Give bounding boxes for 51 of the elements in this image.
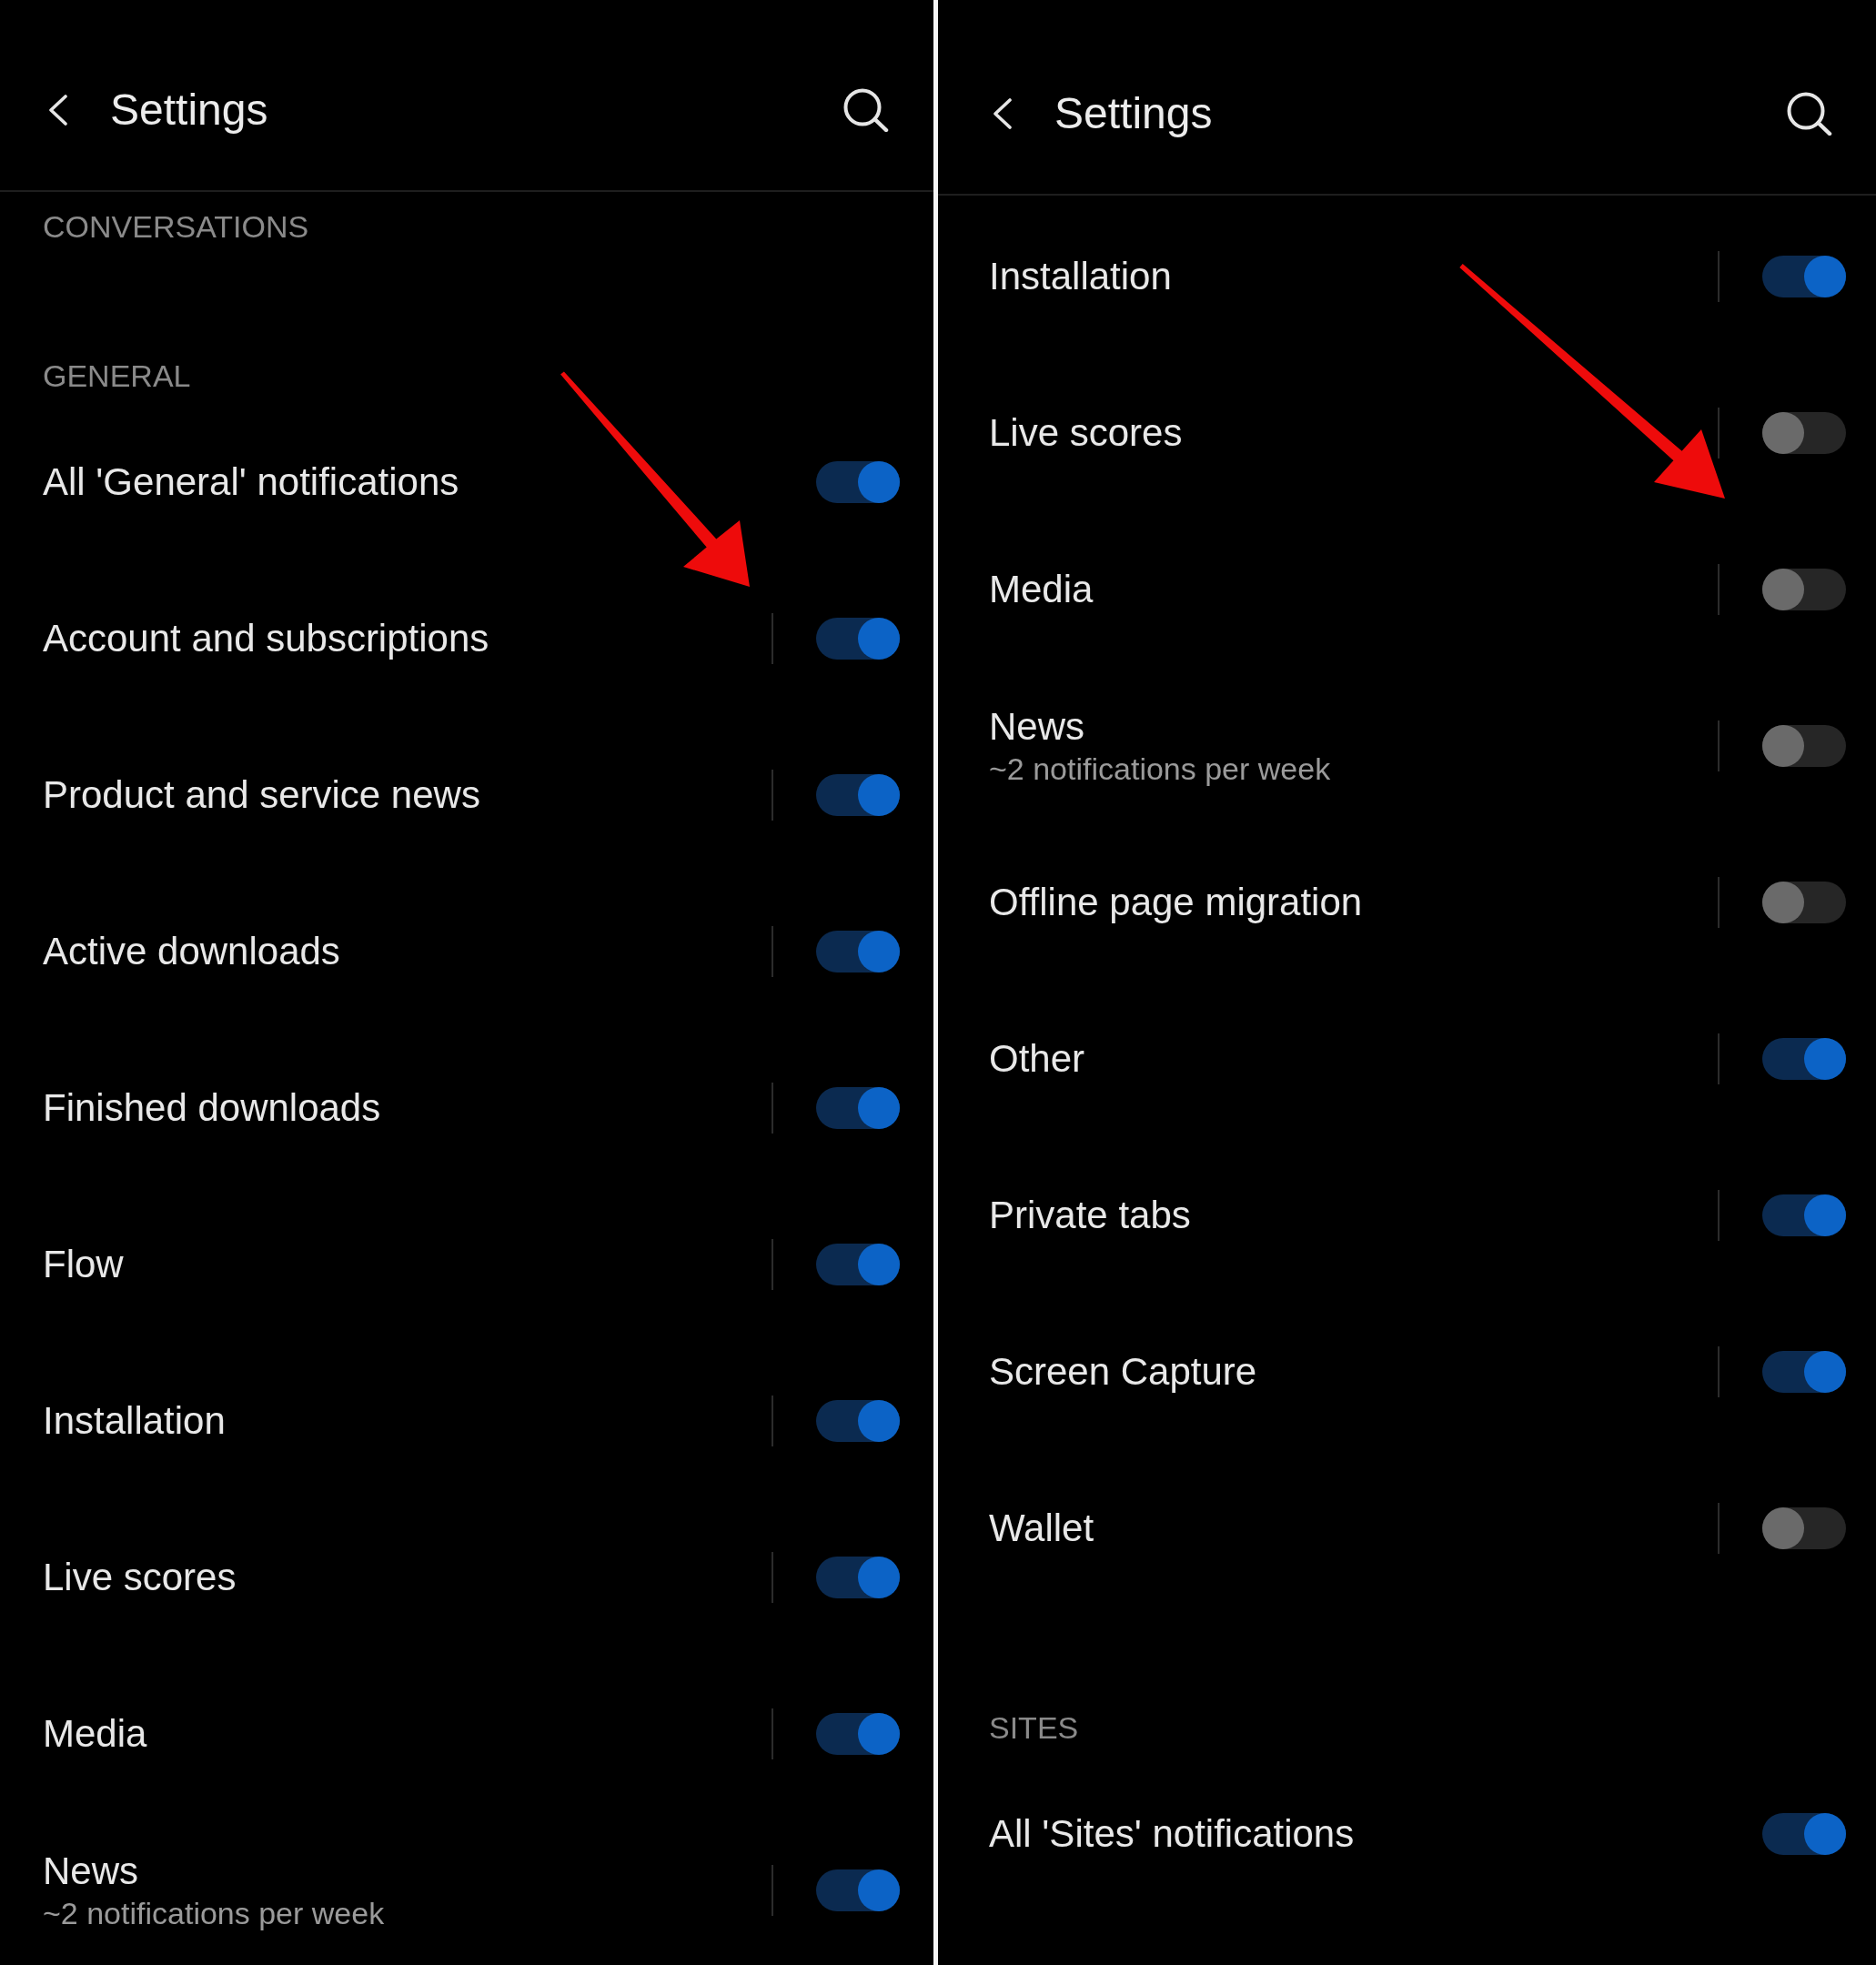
row-label: Media <box>989 567 1094 612</box>
row-label: Product and service news <box>43 772 480 818</box>
row-label: Live scores <box>989 410 1183 456</box>
toggle-switch[interactable] <box>816 774 900 816</box>
search-icon[interactable] <box>1787 91 1832 136</box>
toggle-switch[interactable] <box>816 1244 900 1285</box>
row-label: Wallet <box>989 1506 1094 1551</box>
row-label: Other <box>989 1036 1085 1082</box>
row-label: Account and subscriptions <box>43 616 489 661</box>
page-title: Settings <box>110 84 269 136</box>
toggle-switch[interactable] <box>1762 1813 1846 1855</box>
section-header: GENERAL <box>43 358 192 395</box>
toggle-switch[interactable] <box>1762 1194 1846 1236</box>
section-header: CONVERSATIONS <box>43 208 310 246</box>
toggle-switch[interactable] <box>1762 412 1846 454</box>
row-label: Offline page migration <box>989 880 1363 925</box>
page-title: Settings <box>1054 87 1214 139</box>
search-icon[interactable] <box>843 87 889 132</box>
back-icon[interactable] <box>48 94 68 126</box>
row-subtitle: ~2 notifications per week <box>989 751 1331 788</box>
row-label: All 'General' notifications <box>43 459 459 505</box>
row-label: News <box>43 1849 139 1894</box>
toggle-switch[interactable] <box>1762 1038 1846 1080</box>
toggle-switch[interactable] <box>816 461 900 503</box>
row-label: Screen Capture <box>989 1349 1257 1395</box>
section-header: SITES <box>989 1709 1080 1747</box>
toggle-switch[interactable] <box>1762 882 1846 923</box>
toggle-switch[interactable] <box>816 618 900 660</box>
toggle-switch[interactable] <box>1762 725 1846 767</box>
row-label: News <box>989 704 1085 750</box>
toggle-switch[interactable] <box>816 1087 900 1129</box>
row-label: Installation <box>43 1398 226 1444</box>
row-label: Private tabs <box>989 1193 1191 1238</box>
row-label: Installation <box>989 254 1172 299</box>
toggle-switch[interactable] <box>816 1557 900 1598</box>
row-label: Flow <box>43 1242 124 1287</box>
row-subtitle: ~2 notifications per week <box>43 1895 385 1932</box>
back-icon[interactable] <box>993 97 1013 129</box>
row-label: Active downloads <box>43 929 340 974</box>
toggle-switch[interactable] <box>816 1400 900 1442</box>
toggle-switch[interactable] <box>1762 256 1846 297</box>
toggle-switch[interactable] <box>816 931 900 972</box>
toggle-switch[interactable] <box>1762 569 1846 610</box>
row-label: Finished downloads <box>43 1085 381 1131</box>
toggle-switch[interactable] <box>1762 1507 1846 1549</box>
toggle-switch[interactable] <box>816 1869 900 1911</box>
row-label: Live scores <box>43 1555 237 1600</box>
toggle-switch[interactable] <box>1762 1351 1846 1393</box>
row-label: All 'Sites' notifications <box>989 1811 1355 1857</box>
row-label: Media <box>43 1711 147 1757</box>
toggle-switch[interactable] <box>816 1713 900 1755</box>
